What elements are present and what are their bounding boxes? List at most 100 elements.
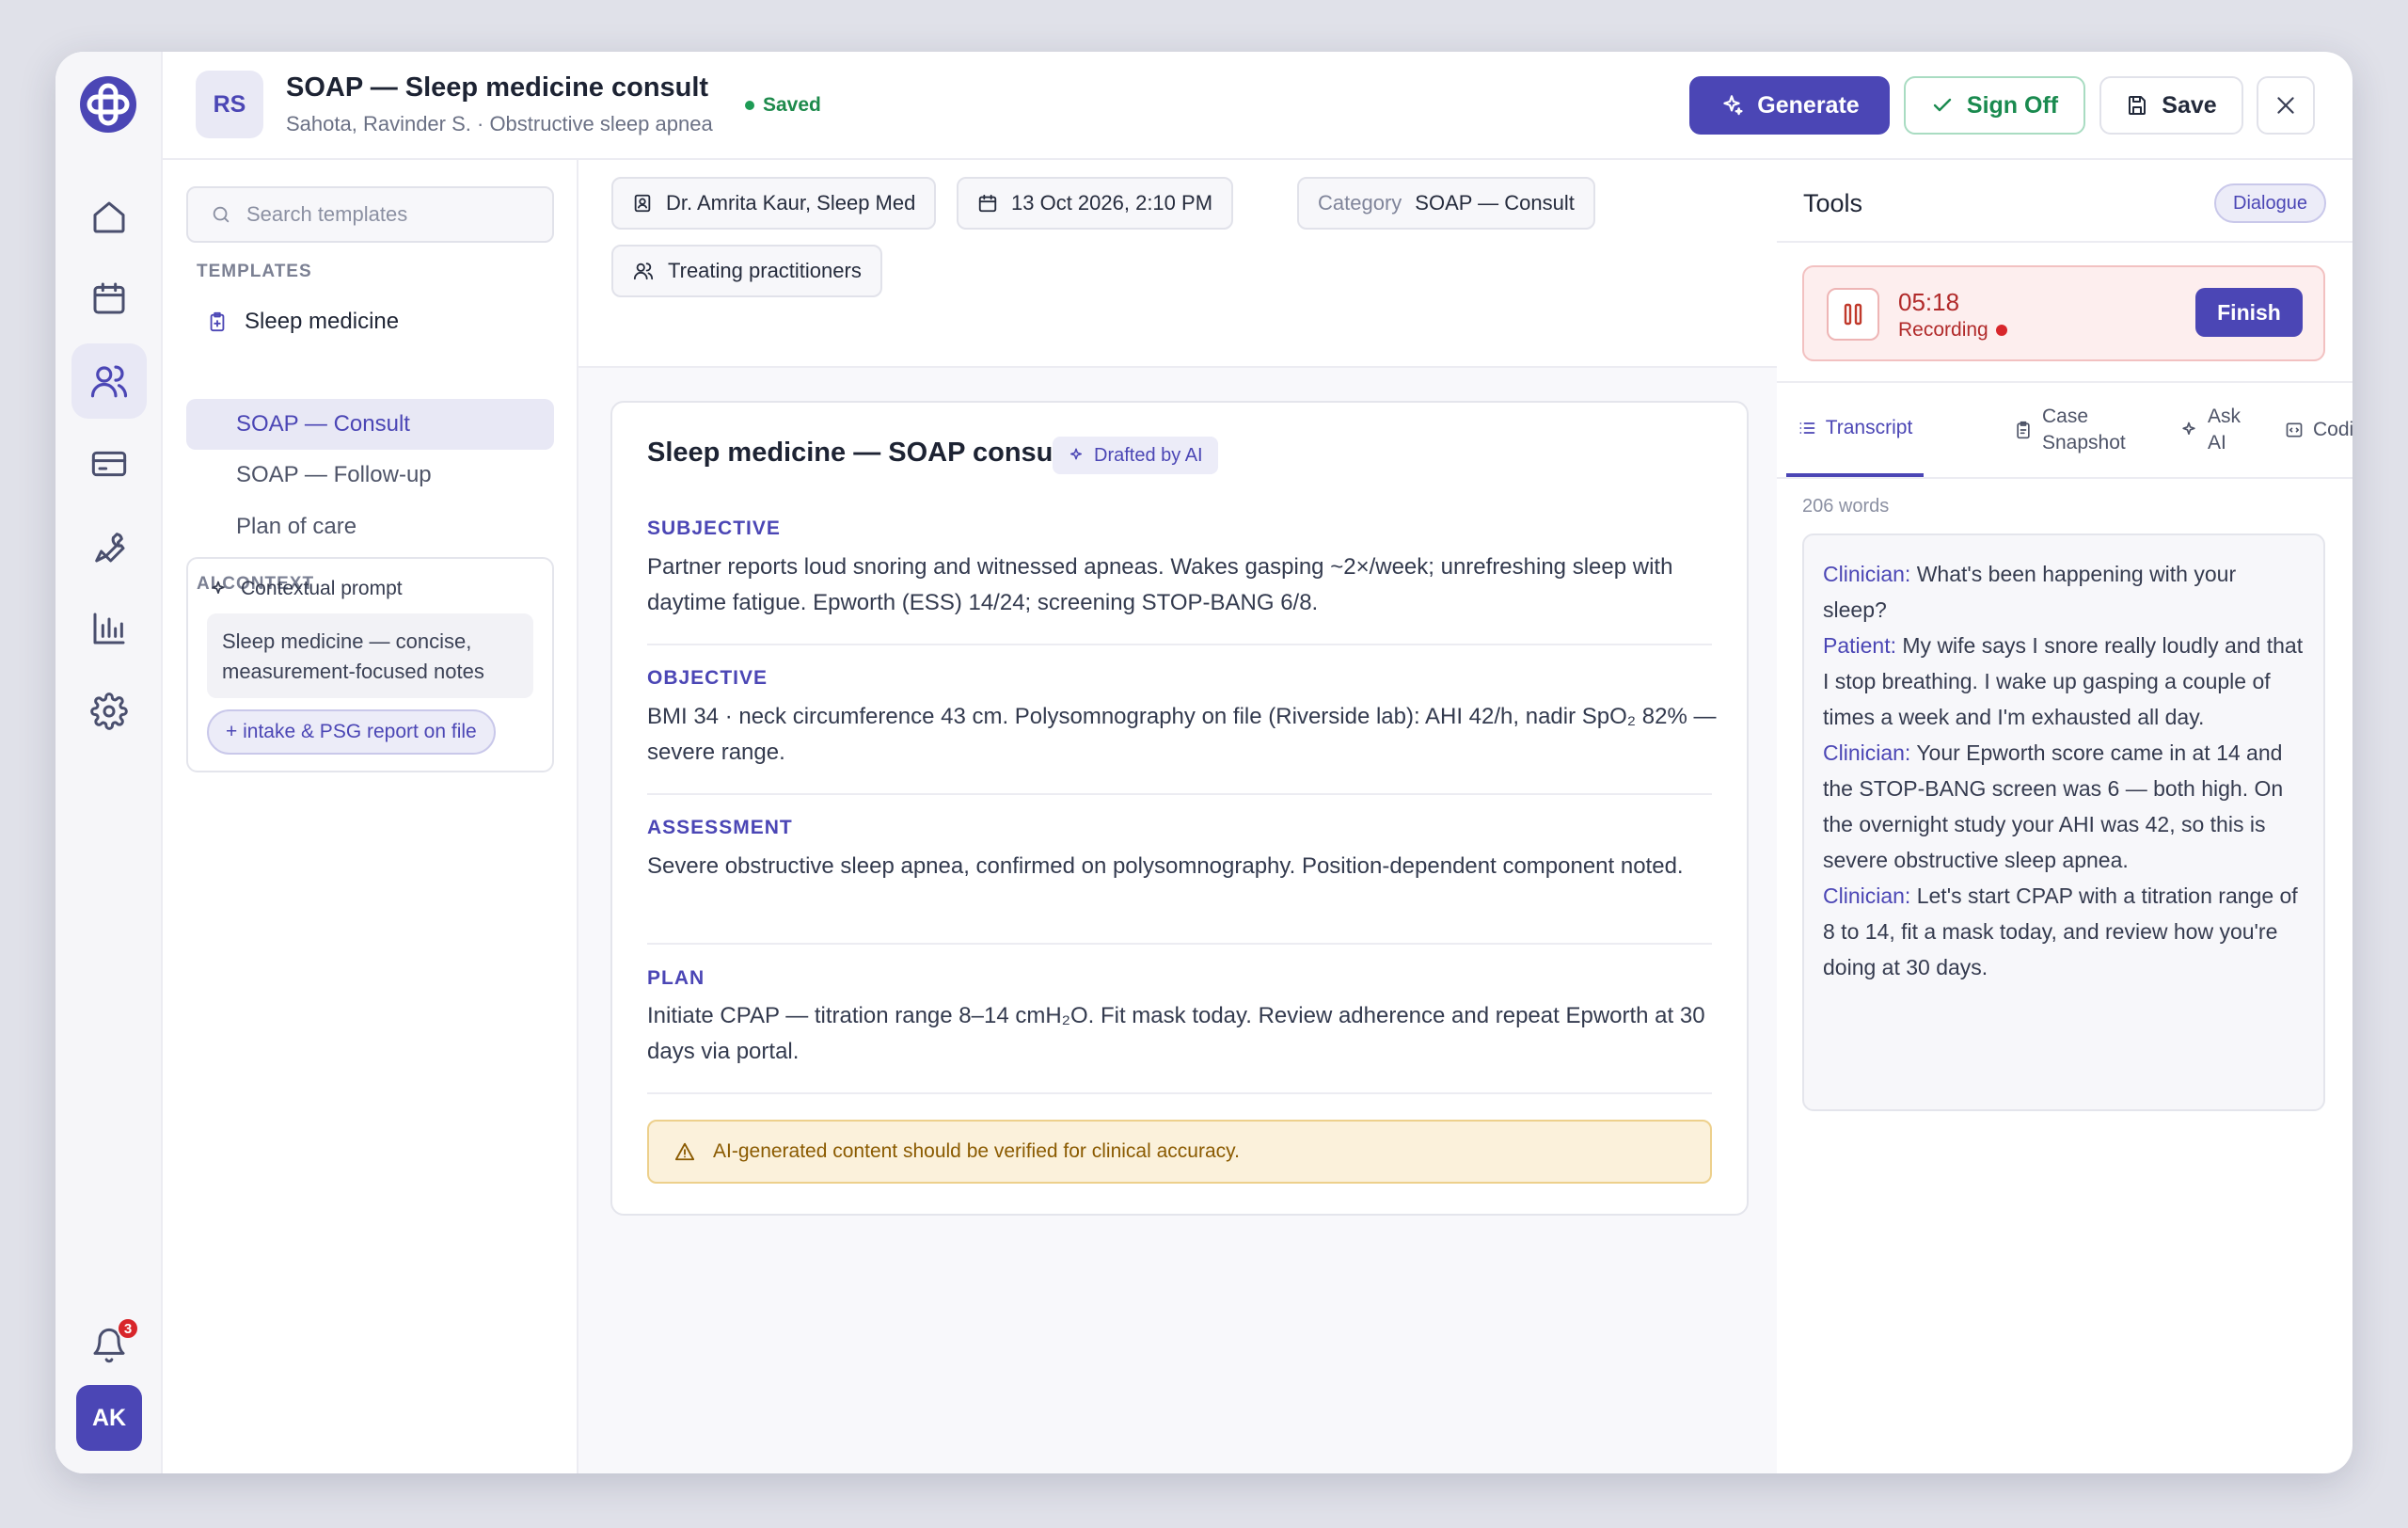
user-avatar[interactable]: AK [76, 1385, 142, 1451]
contextual-prompt-text[interactable]: Sleep medicine — concise, measurement-fo… [207, 613, 533, 698]
code-icon [2286, 422, 2303, 438]
template-group-label: Sleep medicine [245, 309, 400, 334]
status-dot [745, 101, 754, 110]
speaker-label: Patient: [1823, 633, 1896, 658]
objective-text[interactable]: BMI 34 · neck circumference 43 cm. Polys… [647, 699, 1729, 771]
word-count: 206 words [1802, 496, 1890, 517]
datetime-chip[interactable]: 13 Oct 2026, 2:10 PM [957, 177, 1234, 230]
generate-button[interactable]: Generate [1689, 76, 1890, 135]
assessment-heading: ASSESSMENT [647, 817, 793, 838]
treating-practitioners-label: Treating practitioners [668, 259, 862, 282]
dialogue-mode-badge[interactable]: Dialogue [2214, 183, 2326, 223]
subjective-heading: SUBJECTIVE [647, 517, 781, 539]
template-item-soap-consult[interactable]: SOAP — Consult [186, 399, 554, 450]
transcript-line: Clinician: What's been happening with yo… [1823, 556, 2305, 628]
wrench-icon[interactable] [71, 509, 147, 584]
notification-badge: 3 [117, 1317, 139, 1340]
context-attachment-pill[interactable]: + intake & PSG report on file [207, 709, 496, 755]
section-divider [647, 1092, 1712, 1094]
bell-icon[interactable]: 3 [71, 1308, 147, 1383]
section-divider [647, 793, 1712, 795]
recording-status-label: Recording [1898, 319, 1988, 341]
contextual-prompt-card: Contextual prompt Sleep medicine — conci… [186, 557, 554, 772]
transcript-box[interactable]: Clinician: What's been happening with yo… [1802, 533, 2325, 1111]
patient-avatar: RS [196, 71, 263, 138]
generate-label: Generate [1757, 91, 1860, 119]
note-meta: Dr. Amrita Kaur, Sleep Med 13 Oct 2026, … [578, 160, 1777, 368]
tools-panel: Tools Dialogue 05:18 Recording Finish Tr… [1777, 160, 2353, 1473]
tab-ask-ai[interactable]: Ask AI [2179, 383, 2255, 477]
transcript-line: Patient: My wife says I snore really lou… [1823, 628, 2305, 735]
recording-card: 05:18 Recording Finish [1802, 265, 2325, 361]
list-icon [1799, 422, 1815, 434]
speaker-label: Clinician: [1823, 562, 1911, 586]
plan-text[interactable]: Initiate CPAP — titration range 8–14 cmH… [647, 998, 1729, 1070]
tab-coding[interactable]: Coding [2285, 383, 2353, 477]
treating-practitioners-chip[interactable]: Treating practitioners [611, 245, 882, 297]
finish-button[interactable]: Finish [2195, 288, 2303, 337]
pause-button[interactable] [1827, 288, 1879, 341]
note-header: RS SOAP — Sleep medicine consult Sahota,… [163, 52, 2353, 160]
ai-verification-warning: AI-generated content should be verified … [647, 1120, 1712, 1184]
drafted-by-ai-label: Drafted by AI [1094, 444, 1203, 466]
id-badge-icon [634, 194, 651, 213]
calendar-icon [978, 194, 997, 213]
clipboard-icon [210, 311, 225, 332]
drafted-by-ai-badge: Drafted by AI [1053, 437, 1218, 474]
save-button[interactable]: Save [2099, 76, 2243, 135]
close-button[interactable] [2257, 76, 2315, 135]
search-icon [213, 206, 230, 223]
home-icon[interactable] [71, 180, 147, 255]
clipboard-icon [2017, 421, 2030, 439]
tab-ask-ai-label: Ask AI [2208, 406, 2242, 454]
practitioner-chip[interactable]: Dr. Amrita Kaur, Sleep Med [611, 177, 937, 230]
app-window: 3 AK RS SOAP — Sleep medicine consult Sa… [55, 52, 2353, 1473]
card-icon[interactable] [71, 426, 147, 501]
templates-heading: TEMPLATES [197, 262, 312, 281]
speaker-label: Clinician: [1823, 883, 1911, 908]
pause-icon [1844, 303, 1862, 326]
search-placeholder: Search templates [246, 202, 408, 226]
assessment-text[interactable]: Severe obstructive sleep apnea, confirme… [647, 849, 1729, 884]
users-icon [633, 263, 654, 280]
recording-dot [1995, 325, 2007, 336]
template-search[interactable]: Search templates [186, 186, 554, 243]
tab-transcript[interactable]: Transcript [1786, 383, 1924, 477]
close-icon [2277, 97, 2294, 114]
category-label: Category [1318, 191, 1402, 215]
sign-off-button[interactable]: Sign Off [1904, 76, 2085, 135]
tools-title: Tools [1803, 189, 1863, 217]
tab-coding-label: Coding [2313, 419, 2353, 440]
sparkle-icon [1070, 448, 1082, 460]
patient-subtitle: Sahota, Ravinder S. · Obstructive sleep … [286, 112, 713, 135]
category-chip[interactable]: Category SOAP — Consult [1297, 177, 1595, 230]
soap-note-card: Sleep medicine — SOAP consult Drafted by… [610, 401, 1749, 1216]
template-item-soap-follow-up[interactable]: SOAP — Follow-up [186, 450, 554, 501]
calendar-icon[interactable] [71, 261, 147, 336]
datetime-value: 13 Oct 2026, 2:10 PM [1011, 191, 1213, 215]
transcript-line: Clinician: Let's start CPAP with a titra… [1823, 878, 2305, 985]
app-logo[interactable] [78, 74, 138, 135]
practitioner-name: Dr. Amrita Kaur, Sleep Med [666, 191, 916, 215]
users-icon[interactable] [71, 343, 147, 419]
speaker-label: Clinician: [1823, 740, 1911, 765]
plan-heading: PLAN [647, 967, 705, 989]
category-value: SOAP — Consult [1415, 191, 1575, 215]
tab-case-snapshot[interactable]: Case Snapshot [2014, 383, 2142, 477]
template-group[interactable]: Sleep medicine [207, 309, 399, 335]
templates-panel: Search templates TEMPLATES Sleep medicin… [163, 160, 578, 1473]
save-status: Saved [745, 94, 821, 117]
sparkle-icon [212, 581, 225, 594]
tab-transcript-label: Transcript [1825, 417, 1913, 438]
recording-status: Recording [1898, 319, 2007, 342]
chart-icon[interactable] [71, 591, 147, 666]
warning-text: AI-generated content should be verified … [713, 1140, 1240, 1162]
tab-case-snapshot-label: Case Snapshot [2042, 406, 2126, 454]
template-item-plan-of-care[interactable]: Plan of care [186, 501, 554, 552]
save-status-label: Saved [763, 94, 821, 116]
subjective-text[interactable]: Partner reports loud snoring and witness… [647, 549, 1729, 621]
save-icon [2129, 96, 2147, 115]
note-title: Sleep medicine — SOAP consult [647, 438, 1070, 468]
gear-icon[interactable] [71, 674, 147, 749]
tools-tabs: Transcript Case Snapshot Ask AI Coding [1777, 381, 2353, 479]
